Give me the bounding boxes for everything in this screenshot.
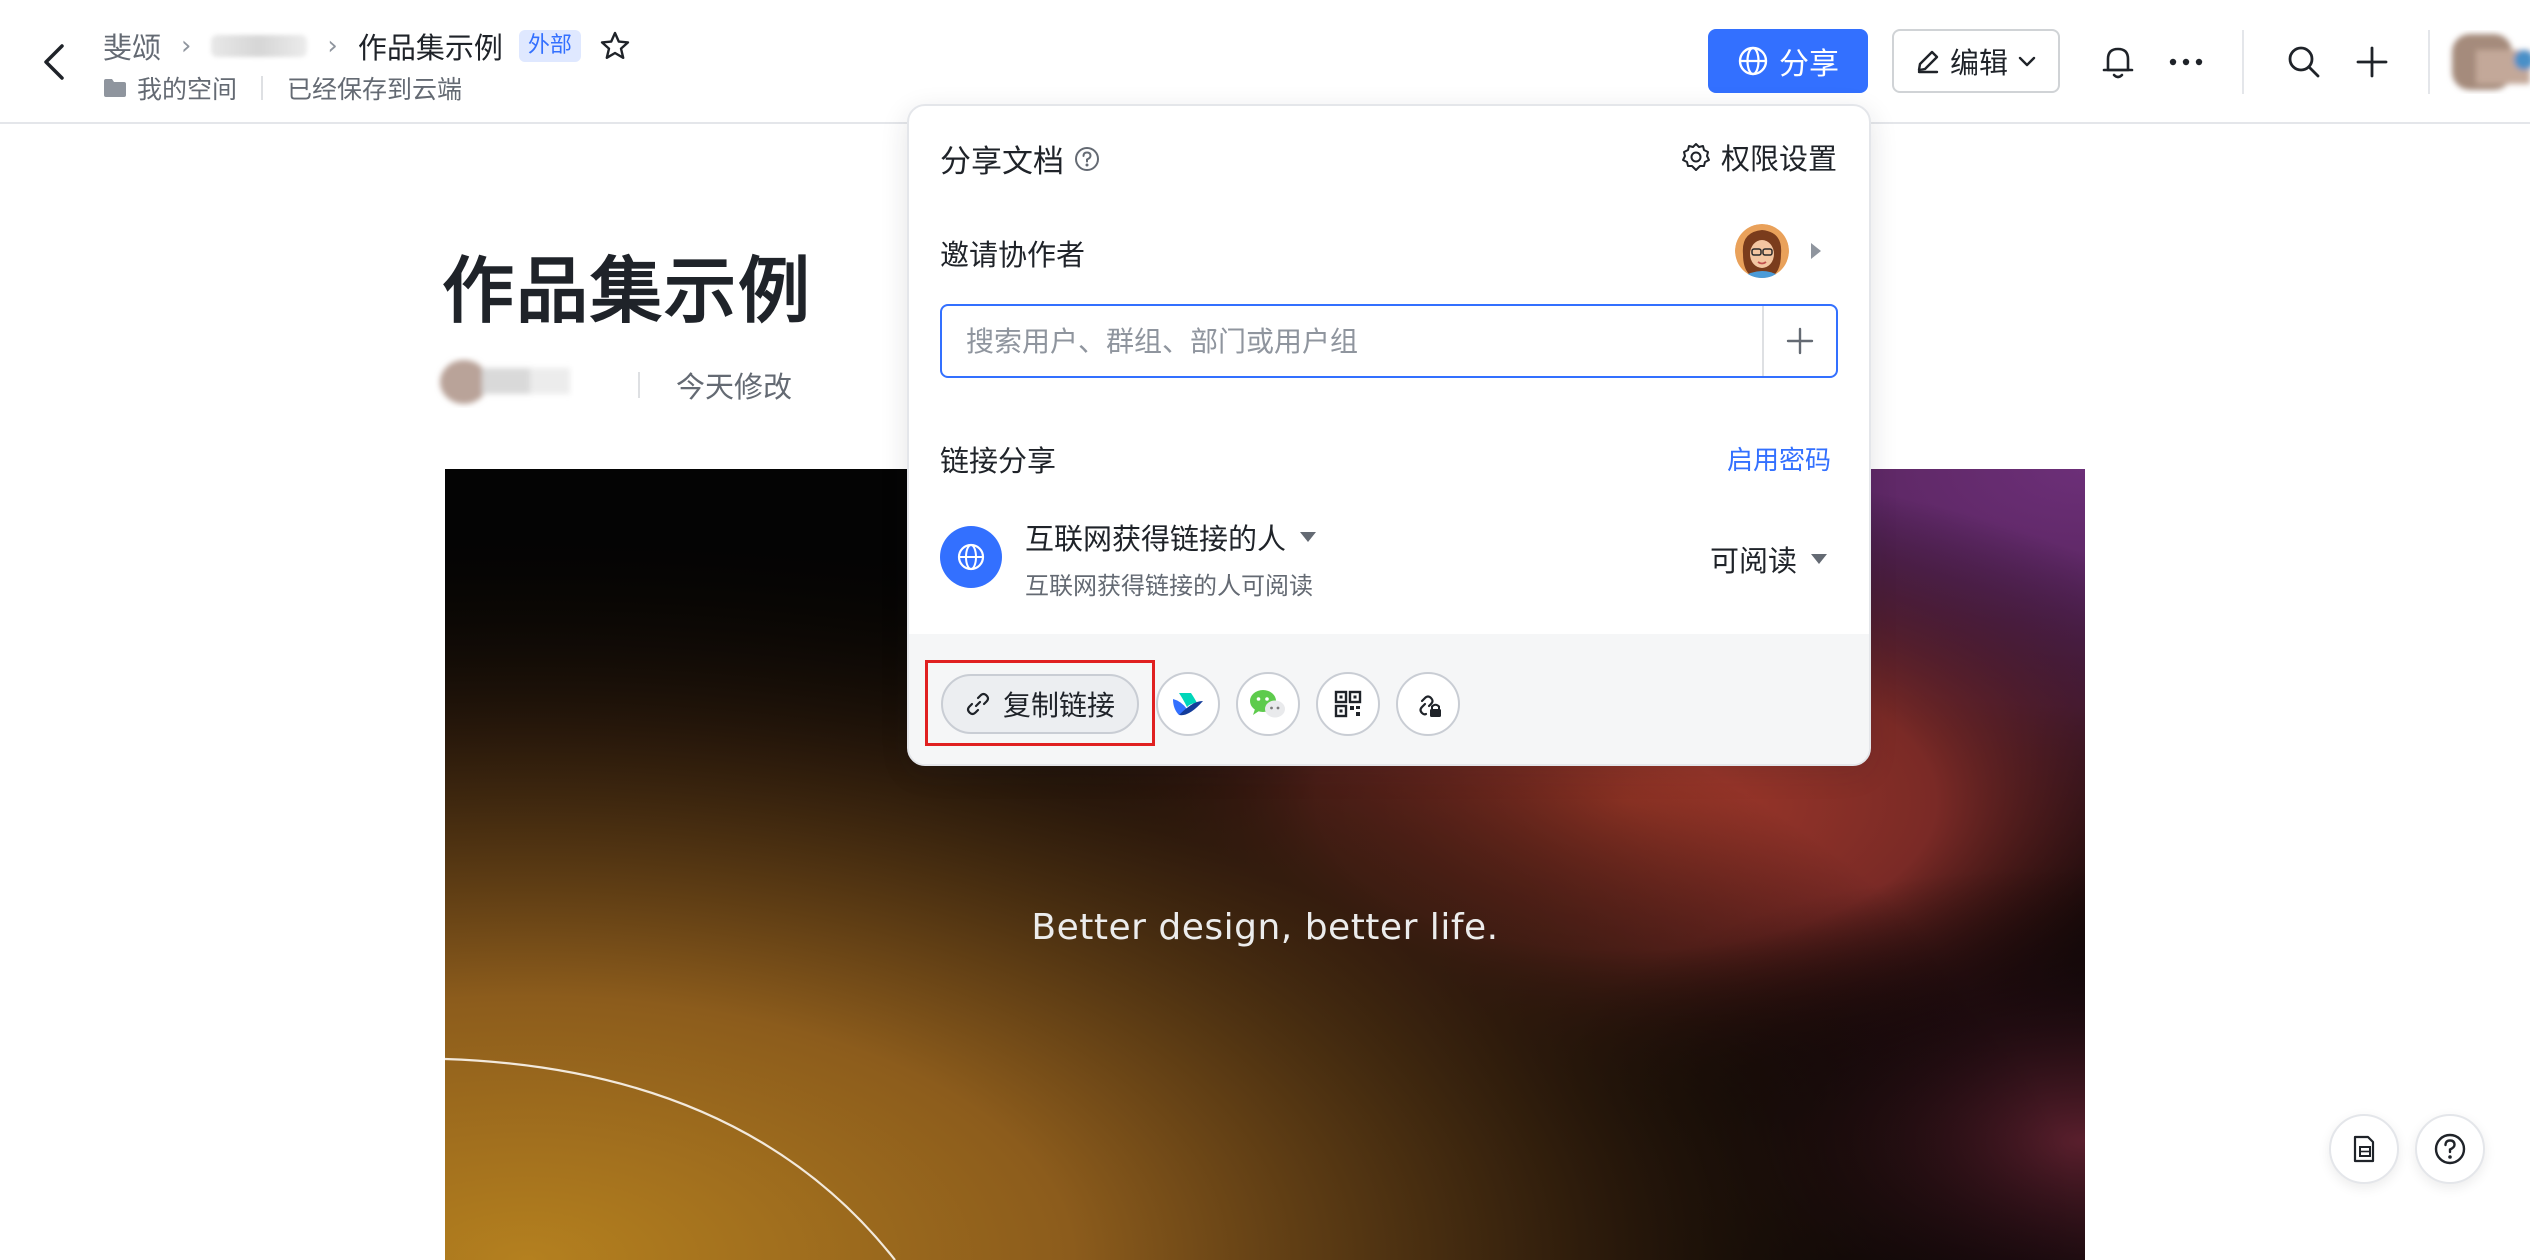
document-title[interactable]: 作品集示例 xyxy=(442,232,812,337)
enable-password-link[interactable]: 启用密码 xyxy=(1727,440,1831,477)
chevron-down-icon xyxy=(2018,56,2036,67)
link-icon xyxy=(966,692,990,716)
share-button-label: 分享 xyxy=(1779,47,1839,82)
link-lock-icon xyxy=(1419,695,1441,717)
share-actions-bar: 复制链接 xyxy=(909,634,1869,764)
link-permission-value: 可阅读 xyxy=(1709,544,1797,578)
wechat-share-button[interactable] xyxy=(1236,672,1300,736)
permission-settings-label: 权限设置 xyxy=(1720,142,1837,176)
copy-link-label: 复制链接 xyxy=(1002,689,1115,722)
share-button[interactable]: 分享 xyxy=(1708,29,1868,93)
globe-icon xyxy=(1738,46,1768,76)
caret-right-icon[interactable] xyxy=(1807,240,1825,262)
plus-icon[interactable] xyxy=(2346,36,2398,88)
feishu-share-button[interactable] xyxy=(1156,672,1220,736)
more-icon[interactable] xyxy=(2160,36,2212,88)
qrcode-share-button[interactable] xyxy=(1316,672,1380,736)
cover-tagline: Better design, better life. xyxy=(1031,907,1499,948)
author-redacted[interactable] xyxy=(434,352,574,408)
invite-collaborators-label: 邀请协作者 xyxy=(940,238,1086,272)
chevron-right-icon: › xyxy=(181,31,192,61)
document-icon xyxy=(2353,1135,2375,1163)
caret-down-icon xyxy=(1300,532,1317,542)
globe-icon xyxy=(940,526,1002,588)
help-circle-icon xyxy=(2434,1133,2466,1165)
breadcrumb-current[interactable]: 作品集示例 xyxy=(358,25,503,67)
link-permission-dropdown[interactable]: 可阅读 xyxy=(1710,538,1829,580)
link-scope-dropdown[interactable]: 互联网获得链接的人 xyxy=(1025,516,1318,558)
edit-mode-dropdown[interactable]: 编辑 xyxy=(1892,29,2060,93)
wechat-icon xyxy=(1250,690,1285,718)
collaborator-avatar[interactable] xyxy=(1735,224,1789,278)
link-scope-value: 互联网获得链接的人 xyxy=(1025,522,1287,556)
document-outline-button[interactable] xyxy=(2329,1114,2399,1184)
space-link[interactable]: 我的空间 xyxy=(137,70,237,106)
divider xyxy=(2428,30,2430,94)
pencil-icon xyxy=(1917,50,1939,74)
modified-time: 今天修改 xyxy=(676,370,793,404)
help-circle-icon[interactable] xyxy=(1074,146,1100,172)
user-avatar[interactable] xyxy=(2446,30,2530,94)
save-status: 已经保存到云端 xyxy=(287,75,463,104)
breadcrumb-root[interactable]: 斐颂 xyxy=(103,25,161,67)
folder-icon xyxy=(104,79,126,97)
edit-button-label: 编辑 xyxy=(1949,46,2008,80)
link-share-label: 链接分享 xyxy=(940,444,1057,478)
divider xyxy=(638,372,640,398)
help-button[interactable] xyxy=(2415,1114,2485,1184)
share-title-text: 分享文档 xyxy=(940,144,1064,180)
share-popover: 分享文档 权限设置 邀请协作者 链接分享 xyxy=(907,104,1871,766)
link-permission-share-button[interactable] xyxy=(1396,672,1460,736)
external-badge: 外部 xyxy=(518,30,581,62)
bell-icon[interactable] xyxy=(2092,36,2144,88)
search-icon[interactable] xyxy=(2278,36,2330,88)
chevron-right-icon: › xyxy=(327,31,338,61)
divider xyxy=(261,76,264,100)
share-panel-title: 分享文档 xyxy=(940,136,1100,181)
copy-link-button[interactable]: 复制链接 xyxy=(941,674,1139,734)
plus-icon xyxy=(1786,327,1814,355)
caret-down-icon xyxy=(1811,554,1827,564)
divider xyxy=(2242,30,2244,94)
feishu-icon xyxy=(1173,693,1203,716)
invite-search-box xyxy=(940,304,1838,378)
add-collaborator-button[interactable] xyxy=(1764,306,1836,376)
breadcrumb-folder-redacted[interactable] xyxy=(211,35,308,57)
doc-location-row: 我的空间 已经保存到云端 xyxy=(103,70,462,106)
link-scope-description: 互联网获得链接的人可阅读 xyxy=(1025,572,1313,600)
qrcode-icon xyxy=(1334,690,1362,718)
gear-icon xyxy=(1681,143,1710,171)
permission-settings-button[interactable]: 权限设置 xyxy=(1681,136,1837,178)
breadcrumb: 斐颂 › › 作品集示例 外部 xyxy=(103,24,631,68)
invite-search-input[interactable] xyxy=(942,306,1764,376)
back-arrow-icon[interactable] xyxy=(36,38,76,86)
star-icon[interactable] xyxy=(599,30,631,62)
